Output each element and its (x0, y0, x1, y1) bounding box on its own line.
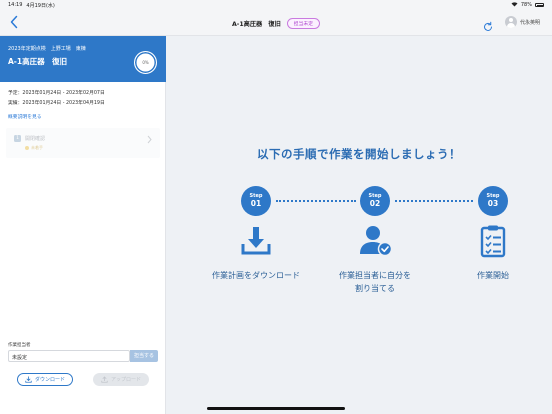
battery-percent: 78% (520, 2, 532, 8)
step-01-badge: Step 01 (241, 186, 271, 216)
user-check-icon (358, 224, 393, 258)
sidebar-step-item[interactable]: 1 開閉確認 未着手 (6, 128, 160, 158)
step-number: 02 (369, 199, 381, 208)
page-title: A-1高圧器 復旧 (232, 20, 281, 28)
step-03-text: 作業開始 (433, 269, 552, 282)
status-time: 14:19 (8, 1, 23, 8)
step-number: 03 (487, 199, 499, 208)
step-number: 1 (14, 135, 21, 142)
step-text-line: 作業計画をダウンロード (212, 271, 300, 280)
download-icon (25, 376, 32, 383)
step-02-text: 作業担当者に自分を 割り当てる (315, 269, 435, 295)
upload-button[interactable]: アップロード (93, 373, 149, 386)
schedule-dates: 予定：2023年01月24日 - 2023年02月07日 実績：2023年01月… (8, 89, 105, 109)
upload-button-label: アップロード (110, 377, 141, 383)
plan-category: 2023年定期点検 (8, 46, 46, 52)
download-button[interactable]: ダウンロード (17, 373, 73, 386)
avatar (505, 16, 517, 28)
step-connector (276, 200, 356, 202)
navigation-bar: A-1高圧器 復旧 担当未定 代永英明 (0, 10, 552, 36)
refresh-button[interactable] (482, 18, 494, 31)
step-number: 01 (250, 199, 262, 208)
main-content: 以下の手順で作業を開始しましょう！ Step 01 Step 02 Step 0… (166, 36, 552, 414)
plan-title: A-1高圧器 復旧 (8, 57, 68, 66)
step-text-line: 作業担当者に自分を (339, 271, 411, 280)
step-01-text: 作業計画をダウンロード (196, 269, 316, 282)
actual-dates: 実績：2023年01月24日 - 2023年04月19日 (8, 101, 105, 106)
battery-icon (535, 3, 544, 7)
summary-link[interactable]: 概要説明を見る (8, 113, 42, 120)
wifi-icon (511, 1, 518, 9)
download-button-label: ダウンロード (34, 377, 65, 383)
planned-dates: 予定：2023年01月24日 - 2023年02月07日 (8, 91, 105, 96)
clipboard-checklist-icon (476, 224, 510, 258)
step-03-badge: Step 03 (478, 186, 508, 216)
step-connector (395, 200, 473, 202)
step-name: 開閉確認 (25, 136, 46, 142)
step-text-line: 作業開始 (477, 271, 509, 280)
assignee-field[interactable]: 未設定 (8, 350, 130, 362)
user-name: 代永英明 (520, 19, 541, 26)
onboarding-headline: 以下の手順で作業を開始しましょう！ (257, 147, 461, 161)
home-indicator (207, 407, 345, 410)
sidebar: 2023年定期点検 上野工場 東棟 A-1高圧器 復旧 0% 予定：2023年0… (0, 36, 166, 414)
chevron-right-icon (147, 135, 152, 147)
status-bar: 14:19 4月19日(水) 78% (0, 0, 552, 10)
assignee-status-badge: 担当未定 (286, 17, 320, 29)
plan-header-card: 2023年定期点検 上野工場 東棟 A-1高圧器 復旧 0% (0, 36, 166, 82)
upload-icon (101, 376, 108, 383)
progress-label: 0% (142, 60, 149, 65)
step-status-label: 未着手 (31, 145, 43, 150)
user-menu[interactable]: 代永英明 (505, 16, 540, 28)
assignee-label: 作業担当者 (8, 343, 31, 348)
progress-circle: 0% (134, 51, 157, 74)
step-status: 未着手 (25, 145, 43, 151)
step-02-badge: Step 02 (360, 186, 390, 216)
step-text-line: 割り当てる (355, 284, 395, 293)
status-date: 4月19日(水) (26, 2, 55, 9)
download-icon (239, 224, 273, 258)
plan-location: 上野工場 東棟 (50, 46, 86, 52)
status-dot-icon (25, 146, 29, 150)
refresh-icon (484, 21, 492, 31)
assign-self-button[interactable]: 担当する (130, 350, 158, 362)
